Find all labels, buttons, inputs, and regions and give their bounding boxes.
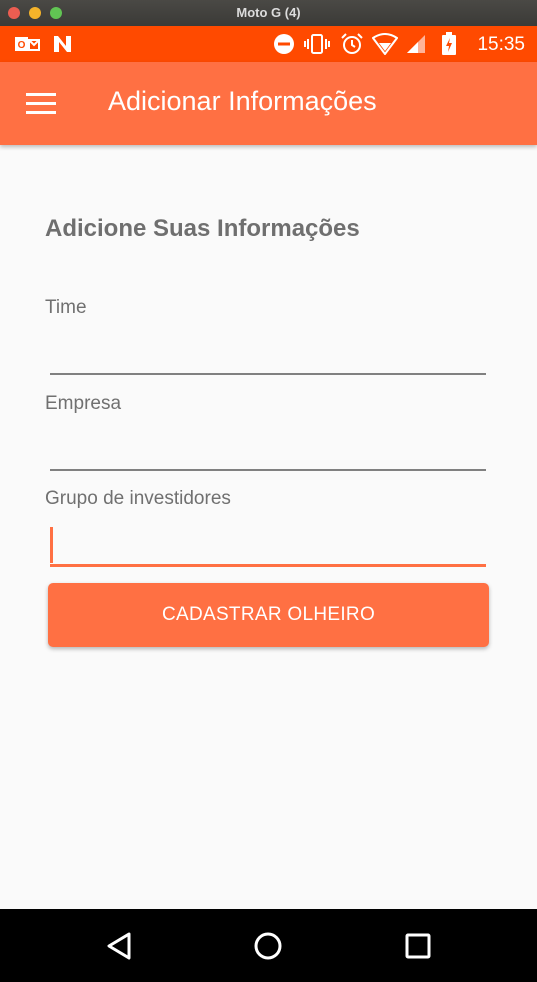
alarm-icon [340, 33, 364, 55]
status-bar: O 15:35 [0, 26, 537, 62]
text-cursor [50, 527, 53, 563]
grupo-investidores-input[interactable] [50, 527, 486, 567]
status-time: 15:35 [477, 34, 525, 55]
battery-charging-icon [440, 32, 458, 55]
do-not-disturb-icon [273, 33, 295, 55]
form-heading: Adicione Suas Informações [45, 215, 360, 242]
svg-text:O: O [18, 40, 26, 51]
hamburger-menu-icon[interactable] [26, 93, 56, 115]
vibrate-icon [304, 33, 330, 55]
wifi-icon [372, 33, 398, 55]
grupo-investidores-label: Grupo de investidores [45, 488, 231, 509]
recents-icon[interactable] [401, 929, 435, 963]
n-app-icon [52, 33, 74, 55]
empresa-label: Empresa [45, 393, 122, 414]
time-label: Time [45, 297, 87, 318]
time-input[interactable] [50, 335, 486, 375]
signal-icon [405, 33, 427, 55]
window-title: Moto G (4) [236, 5, 301, 20]
outlook-icon: O [14, 33, 40, 55]
window-titlebar: Moto G (4) [0, 0, 537, 26]
app-bar: Adicionar Informações [0, 62, 537, 145]
navigation-bar [0, 909, 537, 982]
empresa-input[interactable] [50, 431, 486, 471]
home-icon[interactable] [251, 929, 285, 963]
cadastrar-olheiro-button[interactable]: CADASTRAR OLHEIRO [48, 583, 489, 647]
back-icon[interactable] [103, 929, 137, 963]
page-title: Adicionar Informações [108, 86, 377, 116]
